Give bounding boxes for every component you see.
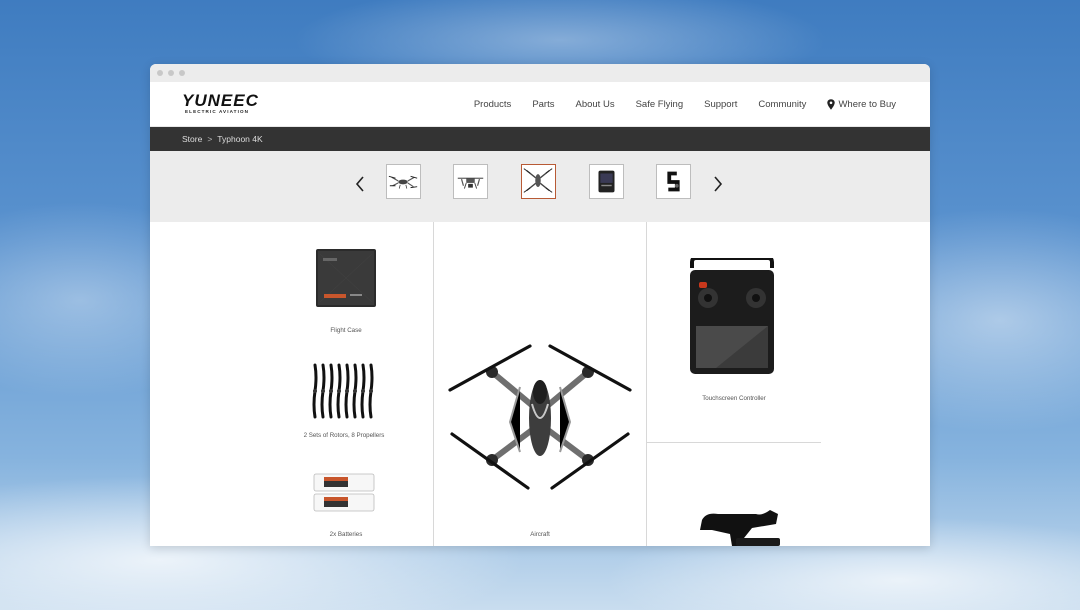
thumb-drone-side[interactable] [386,164,421,199]
thumb-drone-top[interactable] [521,164,556,199]
rotors-label: 2 Sets of Rotors, 8 Propellers [303,432,385,439]
batteries-image [313,473,375,512]
nav-community[interactable]: Community [758,99,806,110]
chevron-left-icon[interactable] [354,175,366,193]
propeller-icon [360,363,366,419]
drone-side-icon [388,175,418,189]
propeller-icon [368,363,374,419]
nav-safe-flying[interactable]: Safe Flying [636,99,684,110]
propeller-icon [352,363,358,419]
column-divider [646,222,647,546]
thumb-battery[interactable] [589,164,624,199]
where-to-buy-label: Where to Buy [838,98,896,110]
propeller-icon [336,363,342,419]
battery-icon [598,170,615,193]
nav-about-us[interactable]: About Us [576,99,615,110]
nav-parts[interactable]: Parts [532,99,554,110]
propeller-icon [344,363,350,419]
browser-window: YUNEEC ELECTRIC AVIATION Products Parts … [150,64,930,546]
thumb-drone-front[interactable] [453,164,488,199]
controller-label: Touchscreen Controller [702,395,766,402]
window-dot-close[interactable] [157,70,163,76]
site-header: YUNEEC ELECTRIC AVIATION Products Parts … [150,82,930,127]
thumbnail-carousel [150,151,930,223]
nav-where-to-buy[interactable]: Where to Buy [827,99,896,110]
logo-wordmark: YUNEEC [182,91,259,110]
column-divider [433,222,434,546]
aircraft-image [448,344,632,490]
thumb-gimbal[interactable] [656,164,691,199]
flight-case-label: Flight Case [330,327,362,334]
window-chrome [150,64,930,82]
controller-image [690,258,774,374]
map-pin-icon [827,98,836,110]
flight-case-image [316,249,376,307]
drone-front-icon [457,177,484,189]
product-contents: Flight Case 2 Sets of Rotors, 8 Propelle… [150,222,930,546]
propeller-icon [312,363,318,419]
propeller-icon [328,363,334,419]
rotors-image [312,363,374,419]
row-divider [647,442,821,443]
propeller-icon [320,363,326,419]
breadcrumb-typhoon-4k: Typhoon 4K [217,134,263,144]
gimbal-icon [667,171,680,192]
aircraft-label: Aircraft [530,531,550,538]
logo-tagline: ELECTRIC AVIATION [185,109,250,114]
breadcrumb-separator: > [207,134,213,144]
nav-support[interactable]: Support [704,99,737,110]
window-dot-minimize[interactable] [168,70,174,76]
drone-top-icon [523,168,553,193]
main-nav: Products Parts About Us Safe Flying Supp… [474,82,896,126]
window-dot-maximize[interactable] [179,70,185,76]
breadcrumb-store[interactable]: Store [182,134,202,144]
yuneec-logo[interactable]: YUNEEC ELECTRIC AVIATION [182,92,272,116]
gimbal-camera-image [700,510,780,546]
chevron-right-icon[interactable] [712,175,724,193]
batteries-label: 2x Batteries [329,531,363,538]
nav-products[interactable]: Products [474,99,512,110]
breadcrumb: Store > Typhoon 4K [150,127,930,151]
